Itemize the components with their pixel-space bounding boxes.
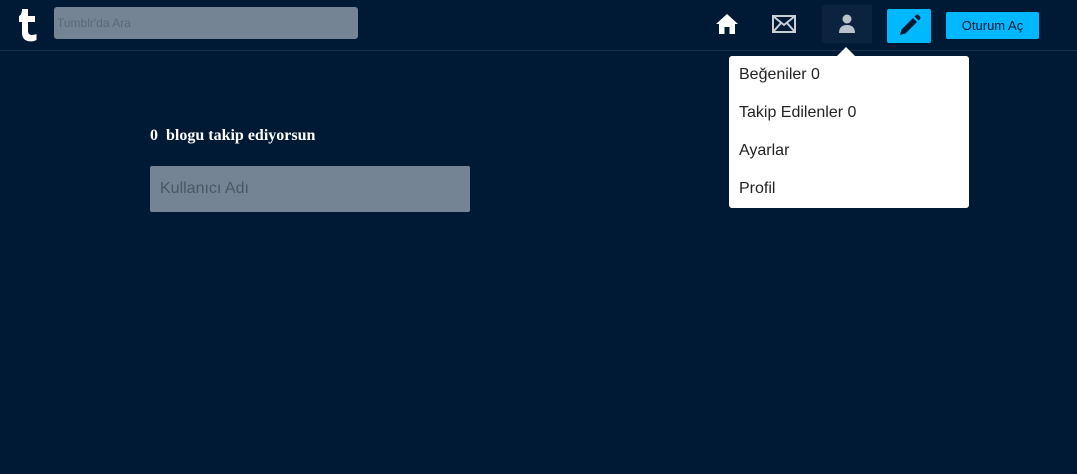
tumblr-logo-icon[interactable] (17, 6, 41, 42)
menu-item-profile[interactable]: Profil (729, 170, 969, 208)
account-button[interactable] (822, 5, 872, 43)
menu-item-likes[interactable]: Beğeniler 0 (729, 56, 969, 94)
username-input[interactable] (150, 166, 470, 212)
messages-button[interactable] (762, 5, 806, 43)
following-count: 0 (150, 127, 158, 144)
pencil-icon (900, 14, 921, 35)
account-dropdown-menu: Beğeniler 0 Takip Edilenler 0 Ayarlar Pr… (729, 56, 969, 208)
person-icon (839, 14, 855, 33)
login-button[interactable]: Oturum Aç (946, 12, 1039, 39)
dropdown-caret (837, 47, 855, 56)
top-navigation-bar: Oturum Aç (0, 0, 1077, 51)
envelope-icon (772, 15, 796, 33)
following-count-text: 0 blogu takip ediyorsun (150, 127, 315, 145)
menu-item-following[interactable]: Takip Edilenler 0 (729, 94, 969, 132)
home-icon (716, 14, 738, 34)
compose-post-button[interactable] (887, 9, 931, 43)
following-label: blogu takip ediyorsun (166, 127, 316, 144)
search-input[interactable] (54, 7, 358, 39)
home-button[interactable] (705, 5, 749, 43)
menu-item-settings[interactable]: Ayarlar (729, 132, 969, 170)
